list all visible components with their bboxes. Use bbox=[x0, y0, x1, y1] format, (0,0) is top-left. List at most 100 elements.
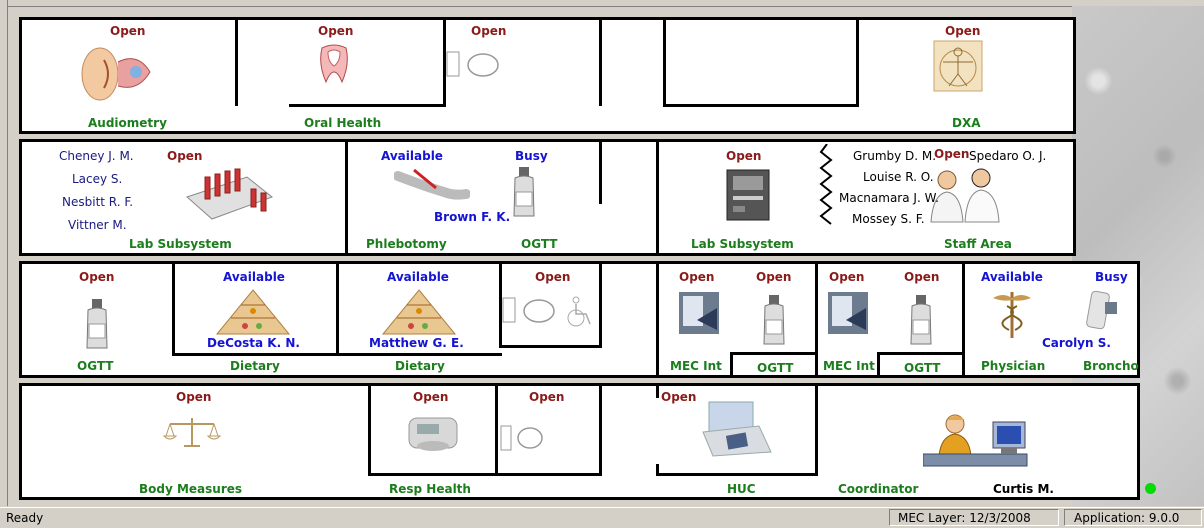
status-text: Available bbox=[981, 270, 1043, 284]
room-oral-health[interactable]: Open Oral Health bbox=[238, 20, 443, 131]
status-text: Open bbox=[318, 24, 354, 38]
status-text: Open bbox=[167, 149, 203, 163]
glucose-bottle-icon bbox=[763, 295, 785, 345]
room-label: Resp Health bbox=[389, 482, 471, 496]
room-label: Dietary bbox=[230, 359, 280, 373]
wall bbox=[599, 386, 602, 476]
room-ogtt-1[interactable]: Busy OGTT bbox=[473, 142, 599, 253]
room-huc[interactable]: Open HUC bbox=[659, 386, 815, 497]
interview-computer-icon bbox=[679, 292, 719, 334]
curtain-divider-icon bbox=[819, 144, 833, 225]
wall bbox=[663, 20, 666, 106]
tooth-anatomy-icon bbox=[320, 44, 348, 84]
room-resp-health[interactable]: Open Resp Health bbox=[371, 386, 495, 497]
room-label: DXA bbox=[952, 116, 981, 130]
exam-table-icon bbox=[446, 51, 499, 77]
glucose-bottle-icon bbox=[513, 167, 535, 217]
coordinator-desk[interactable]: Coordinator Curtis M. bbox=[818, 386, 1156, 497]
wall bbox=[663, 104, 859, 107]
mec-layer-text: MEC Layer: 12/3/2008 bbox=[898, 511, 1031, 525]
staff-name: Louise R. O. bbox=[863, 170, 934, 184]
coordinator-name: Curtis M. bbox=[993, 482, 1054, 496]
room-label: Broncho bbox=[1083, 359, 1139, 373]
room-physician[interactable]: Available Physician bbox=[965, 264, 1055, 375]
status-text: Open bbox=[679, 270, 715, 284]
status-text: Open bbox=[945, 24, 981, 38]
food-pyramid-icon bbox=[215, 289, 291, 335]
spirometer-icon bbox=[408, 417, 458, 451]
room-label: Audiometry bbox=[88, 116, 167, 130]
status-panel-app: Application: 9.0.0 bbox=[1064, 509, 1202, 526]
staff-name: Lacey S. bbox=[72, 172, 123, 186]
room-broncho[interactable]: Busy Carolyn S. Broncho bbox=[1042, 264, 1139, 375]
wall bbox=[599, 264, 602, 348]
status-text: Open bbox=[79, 270, 115, 284]
room-dietary-1[interactable]: Available DeCosta K. N. Dietary bbox=[175, 264, 336, 375]
room-mec-int-2[interactable]: Open MEC Int bbox=[818, 264, 877, 375]
room-label: Body Measures bbox=[139, 482, 243, 496]
room-staff-area[interactable]: Grumby D. M. Open Spedaro O. J. Louise R… bbox=[819, 142, 1073, 253]
status-text: Open bbox=[535, 270, 571, 284]
room-label: Phlebotomy bbox=[366, 237, 447, 251]
room-mec-int-1[interactable]: Open MEC Int bbox=[659, 264, 730, 375]
status-text: Open bbox=[110, 24, 146, 38]
glucose-bottle-icon bbox=[910, 295, 932, 345]
status-text: Open bbox=[661, 390, 697, 404]
status-text: Open bbox=[726, 149, 762, 163]
wall bbox=[599, 20, 602, 106]
row-3: Open OGTT Available DeCosta K. N. Dietar… bbox=[19, 261, 1140, 378]
status-text: Open bbox=[471, 24, 507, 38]
room-label: OGTT bbox=[77, 359, 114, 373]
application-version-text: Application: 9.0.0 bbox=[1074, 511, 1180, 525]
room-body-measures[interactable]: Open Body Measures bbox=[22, 386, 368, 497]
room-label: Oral Health bbox=[304, 116, 382, 130]
room-ogtt-2[interactable]: Open OGTT bbox=[22, 264, 172, 375]
room-dxa[interactable]: Open DXA bbox=[859, 20, 1073, 131]
status-panel-layer: MEC Layer: 12/3/2008 bbox=[889, 509, 1059, 526]
status-text: Open bbox=[413, 390, 449, 404]
room-label: OGTT bbox=[904, 361, 941, 375]
staff-name: Macnamara J. W. bbox=[839, 191, 939, 205]
room-phlebotomy[interactable]: Available Brown F. K. Phlebotomy bbox=[348, 142, 510, 253]
food-pyramid-icon bbox=[381, 289, 457, 335]
wall bbox=[495, 473, 600, 476]
status-text-ready: Ready bbox=[6, 511, 44, 525]
staff-name: Cheney J. M. bbox=[59, 149, 134, 163]
staff-name: Grumby D. M. bbox=[853, 149, 937, 163]
balance-scale-icon bbox=[162, 418, 222, 447]
room-audiometry[interactable]: Open Audiometry bbox=[22, 20, 234, 131]
room-lab-subsystem-1[interactable]: Cheney J. M. Lacey S. Nesbitt R. F. Vitt… bbox=[22, 142, 345, 253]
room-label: Lab Subsystem bbox=[691, 237, 794, 251]
room-ogtt-3[interactable]: Open OGTT bbox=[733, 264, 815, 375]
status-text: Available bbox=[387, 270, 449, 284]
status-text: Available bbox=[223, 270, 285, 284]
room-ogtt-4[interactable]: Open OGTT bbox=[880, 264, 962, 375]
wall bbox=[499, 345, 600, 348]
window-left-frame bbox=[0, 0, 8, 506]
status-light-indicator bbox=[1145, 483, 1156, 494]
glucose-bottle-icon bbox=[86, 299, 108, 349]
room-dietary-2[interactable]: Available Matthew G. E. Dietary bbox=[339, 264, 499, 375]
staff-name: Vittner M. bbox=[68, 218, 127, 232]
room-label: Staff Area bbox=[944, 237, 1012, 251]
huc-documents-icon bbox=[702, 401, 772, 457]
room-exam-1[interactable]: Open bbox=[446, 20, 599, 104]
room-label: Dietary bbox=[395, 359, 445, 373]
room-label: MEC Int bbox=[670, 359, 722, 373]
exam-table-wheelchair-icon bbox=[502, 296, 591, 327]
wall bbox=[599, 142, 602, 204]
window-top-frame bbox=[0, 0, 1204, 7]
coordinator-desk-icon bbox=[923, 414, 1028, 467]
row-4: Open Body Measures Open Resp Health Open bbox=[19, 383, 1156, 500]
room-exam-3[interactable]: Open bbox=[498, 386, 599, 472]
vitruvian-man-icon bbox=[933, 40, 983, 92]
room-label: Lab Subsystem bbox=[129, 237, 232, 251]
status-text: Open bbox=[176, 390, 212, 404]
caduceus-icon bbox=[993, 292, 1031, 338]
room-label: MEC Int bbox=[823, 359, 875, 373]
blood-draw-icon bbox=[394, 168, 470, 200]
room-lab-subsystem-2[interactable]: Open Lab Subsystem bbox=[659, 142, 819, 253]
room-label: Physician bbox=[981, 359, 1046, 373]
row-2: Cheney J. M. Lacey S. Nesbitt R. F. Vitt… bbox=[19, 139, 1076, 256]
room-exam-2[interactable]: Open bbox=[502, 264, 599, 344]
